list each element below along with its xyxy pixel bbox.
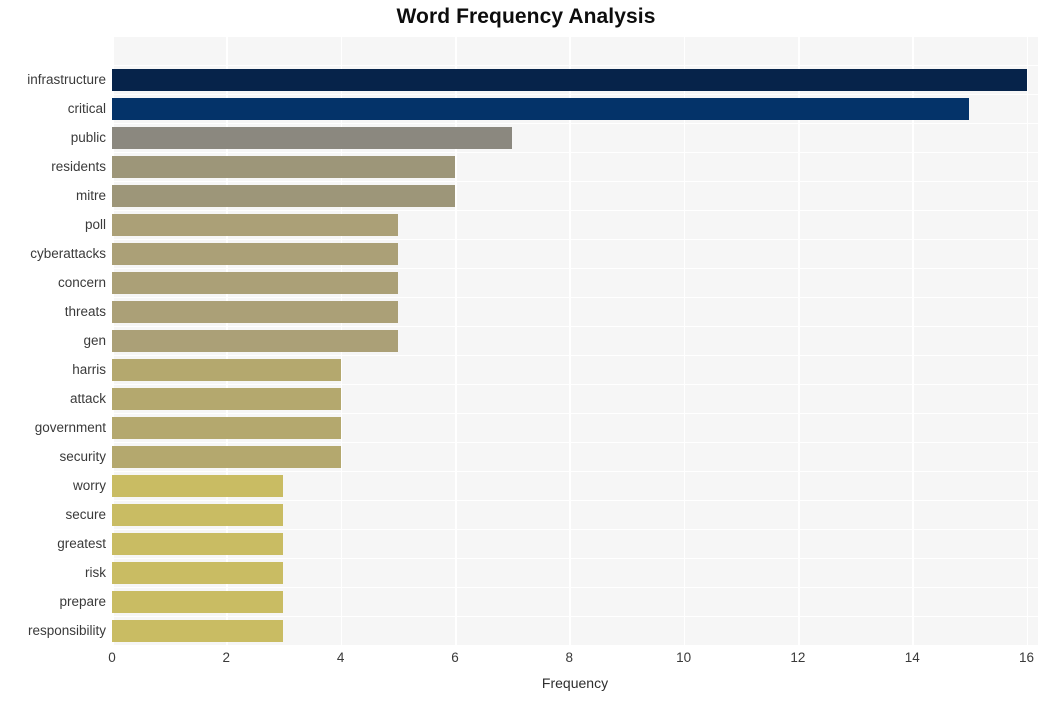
gridline-horizontal [112,152,1038,154]
x-axis-tick-label: 12 [790,650,806,665]
y-axis-tick-label: cyberattacks [30,245,106,261]
gridline-vertical [797,36,800,645]
bar [112,387,341,410]
gridline-horizontal [112,355,1038,357]
gridline-horizontal [112,587,1038,589]
y-axis-tick-labels: infrastructure critical public residents mit… [0,36,106,645]
gridline-horizontal [112,500,1038,502]
bar [112,126,513,149]
y-axis-tick-label: worry [73,477,106,493]
bar [112,329,398,352]
chart-figure: Word Frequency Analysis infrastructure cr… [0,0,1052,701]
y-axis-tick-label: infrastructure [27,71,106,87]
bar [112,155,455,178]
x-axis-tick-label: 0 [108,650,116,665]
y-axis-tick-label: poll [84,216,106,232]
gridline-horizontal [112,36,1038,38]
x-axis-tick-label: 8 [565,650,574,665]
y-axis-tick-label: security [59,448,106,464]
y-axis-tick-label: harris [72,361,106,377]
bar [112,445,341,468]
bar [112,242,398,265]
y-axis-tick-label: critical [67,100,106,116]
y-axis-tick-label: greatest [57,535,106,551]
gridline-horizontal [112,210,1038,212]
bar [112,561,284,584]
gridline-horizontal [112,529,1038,531]
y-axis-tick-label: public [70,129,106,145]
chart-title: Word Frequency Analysis [396,5,656,28]
gridline-horizontal [112,471,1038,473]
x-axis-tick-label: 4 [336,650,345,665]
bar [112,474,284,497]
gridline-horizontal [112,123,1038,125]
x-axis-tick-labels: 0 2 4 6 8 10 12 14 16 [108,650,1038,672]
gridline-horizontal [112,558,1038,560]
gridline-horizontal [112,65,1038,67]
gridline-horizontal [112,384,1038,386]
bar [112,271,398,294]
y-axis-tick-label: government [34,419,106,435]
bar [112,184,455,207]
gridline-vertical [912,36,914,645]
bar [112,97,970,120]
gridline-horizontal [112,181,1038,183]
y-axis-tick-label: attack [69,390,106,406]
bar [112,503,284,526]
y-axis-tick-label: gen [83,332,106,348]
gridline-vertical [1026,36,1029,645]
plot-area [112,36,1038,645]
gridline-horizontal [112,94,1038,96]
bar [112,416,341,439]
bar [112,532,284,555]
bar [112,358,341,381]
x-axis-tick-label: 10 [676,650,692,665]
gridline-vertical [569,36,571,645]
x-axis-tick-label: 6 [451,650,459,665]
y-axis-tick-label: risk [85,564,106,580]
gridline-horizontal [112,239,1038,241]
gridline-horizontal [112,413,1038,415]
gridline-horizontal [112,326,1038,328]
x-axis-tick-label: 2 [222,650,231,665]
y-axis-tick-label: threats [64,303,106,319]
bar [112,590,284,613]
y-axis-tick-label: prepare [59,593,106,609]
y-axis-tick-label: residents [51,158,106,174]
bar [112,300,398,323]
y-axis-tick-label: secure [65,506,106,522]
bar [112,619,284,642]
x-axis-tick-label: 16 [1019,650,1035,665]
bar [112,213,398,236]
y-axis-tick-label: mitre [76,187,106,203]
gridline-horizontal [112,268,1038,270]
x-axis-tick-label: 14 [904,650,920,665]
x-axis-label: Frequency [541,675,609,691]
gridline-horizontal [112,616,1038,618]
y-axis-tick-label: responsibility [27,622,106,638]
y-axis-tick-label: concern [57,274,106,290]
gridline-vertical [683,36,686,645]
gridline-horizontal [112,442,1038,444]
gridline-horizontal [112,297,1038,299]
bar [112,68,1027,91]
